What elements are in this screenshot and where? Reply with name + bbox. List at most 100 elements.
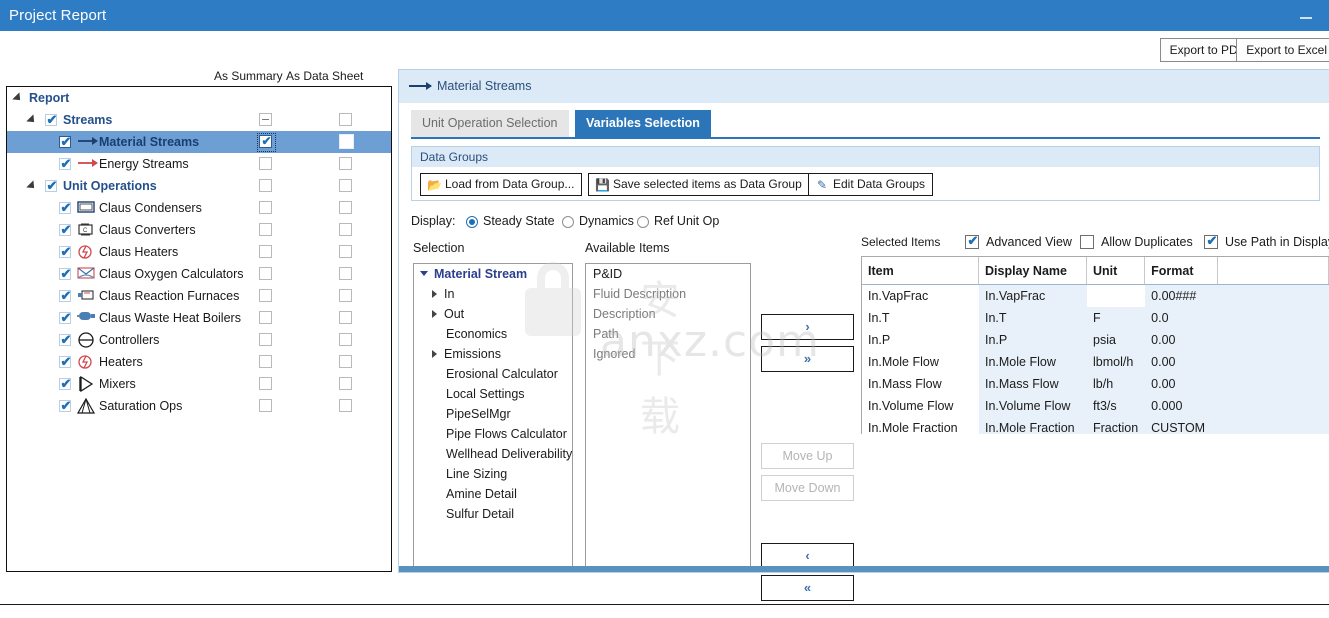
cell-blank[interactable]: [1217, 395, 1329, 417]
tree-row-checkbox[interactable]: ✔: [59, 355, 71, 368]
cell-display-name[interactable]: In.VapFrac: [978, 284, 1087, 307]
cell-display-name[interactable]: In.Mass Flow: [978, 373, 1087, 395]
selection-list-item[interactable]: Line Sizing: [414, 464, 572, 484]
as-data-sheet-checkbox[interactable]: [339, 377, 352, 390]
cell-format[interactable]: 0.00###: [1144, 284, 1218, 307]
available-list-item[interactable]: P&ID: [586, 264, 750, 284]
save-selected-items-as-data-group-button[interactable]: 💾 Save selected items as Data Group: [588, 173, 810, 196]
table-row[interactable]: In.Mass Flow In.Mass Flow lb/h 0.00: [862, 373, 1329, 395]
tree-row-claus-reaction-furnaces[interactable]: ✔ Claus Reaction Furnaces: [7, 285, 391, 307]
as-data-sheet-checkbox[interactable]: [339, 355, 352, 368]
as-data-sheet-checkbox[interactable]: [339, 267, 352, 280]
as-data-sheet-checkbox[interactable]: [339, 311, 352, 324]
available-list-item[interactable]: Fluid Description: [586, 284, 750, 304]
cell-format[interactable]: 0.00: [1144, 329, 1218, 351]
cell-unit[interactable]: [1086, 284, 1145, 307]
as-summary-checkbox[interactable]: [259, 355, 272, 368]
column-header-display-name[interactable]: Display Name: [978, 257, 1087, 285]
tab-unit-operation-selection[interactable]: Unit Operation Selection: [411, 110, 569, 137]
cell-format[interactable]: CUSTOM: [1144, 417, 1218, 434]
cell-unit[interactable]: lbmol/h: [1086, 351, 1145, 373]
as-data-sheet-checkbox[interactable]: [339, 157, 352, 170]
cell-blank[interactable]: [1217, 329, 1329, 351]
tree-row-checkbox[interactable]: ✔: [59, 333, 71, 346]
table-row[interactable]: In.VapFrac In.VapFrac 0.00###: [862, 284, 1329, 307]
tree-row-checkbox[interactable]: ✔: [59, 289, 71, 302]
column-header-item[interactable]: Item: [862, 257, 979, 285]
as-data-sheet-checkbox[interactable]: [339, 201, 352, 214]
table-row[interactable]: In.Mole Fraction In.Mole Fraction Fraction…: [862, 417, 1329, 434]
as-summary-checkbox[interactable]: [259, 311, 272, 324]
move-all-left-button[interactable]: «: [761, 575, 854, 601]
cell-format[interactable]: 0.00: [1144, 373, 1218, 395]
cell-item[interactable]: In.VapFrac: [862, 284, 979, 307]
selection-list-item[interactable]: Erosional Calculator: [414, 364, 572, 384]
as-summary-checkbox[interactable]: [259, 333, 272, 346]
selection-tree[interactable]: Material Stream In Out Economics Emissions Er…: [413, 263, 573, 568]
as-data-sheet-checkbox[interactable]: [339, 113, 352, 126]
as-summary-checkbox[interactable]: [259, 113, 272, 126]
selection-list-item[interactable]: Wellhead Deliverability: [414, 444, 572, 464]
cell-item[interactable]: In.Mole Fraction: [862, 417, 979, 434]
cell-format[interactable]: 0.000: [1144, 395, 1218, 417]
as-data-sheet-checkbox[interactable]: [339, 134, 354, 149]
as-summary-checkbox[interactable]: [259, 399, 272, 412]
report-tree[interactable]: Report ✔ Streams ✔ Material Streams ✔ Energy S…: [6, 86, 392, 572]
cell-unit[interactable]: F: [1086, 307, 1145, 329]
cell-display-name[interactable]: In.Volume Flow: [978, 395, 1087, 417]
radio-ref-unit-op[interactable]: [637, 216, 649, 228]
cell-item[interactable]: In.Mass Flow: [862, 373, 979, 395]
selection-list-item[interactable]: Amine Detail: [414, 484, 572, 504]
tree-row-claus-oxygen-calculators[interactable]: ✔ Claus Oxygen Calculators: [7, 263, 391, 285]
cell-blank[interactable]: [1217, 284, 1329, 307]
tree-row-controllers[interactable]: ✔ Controllers: [7, 329, 391, 351]
tree-row-report[interactable]: Report: [7, 87, 391, 109]
selection-list-item[interactable]: Local Settings: [414, 384, 572, 404]
tree-row-claus-waste-heat-boilers[interactable]: ✔ Claus Waste Heat Boilers: [7, 307, 391, 329]
tree-row-checkbox[interactable]: ✔: [59, 223, 71, 236]
cell-display-name[interactable]: In.P: [978, 329, 1087, 351]
cell-display-name[interactable]: In.Mole Flow: [978, 351, 1087, 373]
cell-item[interactable]: In.Mole Flow: [862, 351, 979, 373]
tree-row-checkbox[interactable]: ✔: [59, 135, 71, 148]
table-row[interactable]: In.Mole Flow In.Mole Flow lbmol/h 0.00: [862, 351, 1329, 373]
as-data-sheet-checkbox[interactable]: [339, 245, 352, 258]
expander-triangle-icon[interactable]: [12, 92, 25, 104]
expander-right-icon[interactable]: [432, 310, 437, 318]
as-data-sheet-checkbox[interactable]: [339, 399, 352, 412]
radio-steady-state[interactable]: [466, 216, 478, 228]
column-header-unit[interactable]: Unit: [1086, 257, 1146, 285]
available-items-list[interactable]: P&ID Fluid Description Description Path Igno…: [585, 263, 751, 568]
tree-row-checkbox[interactable]: ✔: [59, 201, 71, 214]
tree-row-checkbox[interactable]: ✔: [45, 179, 57, 192]
expander-triangle-icon[interactable]: [26, 180, 39, 192]
selection-list-item[interactable]: PipeSelMgr: [414, 404, 572, 424]
cell-unit[interactable]: psia: [1086, 329, 1145, 351]
as-summary-checkbox[interactable]: [259, 157, 272, 170]
tree-row-checkbox[interactable]: ✔: [59, 267, 71, 280]
minimize-button[interactable]: [1289, 0, 1323, 31]
radio-dynamics[interactable]: [562, 216, 574, 228]
expander-right-icon[interactable]: [432, 350, 437, 358]
tree-row-checkbox[interactable]: ✔: [59, 157, 71, 170]
selection-list-item[interactable]: Sulfur Detail: [414, 504, 572, 524]
selection-list-item[interactable]: Emissions: [414, 344, 572, 364]
selection-list-item[interactable]: In: [414, 284, 572, 304]
expander-down-icon[interactable]: [420, 271, 428, 276]
available-list-item[interactable]: Ignored: [586, 344, 750, 364]
tab-variables-selection[interactable]: Variables Selection: [575, 110, 711, 137]
as-data-sheet-checkbox[interactable]: [339, 223, 352, 236]
as-summary-checkbox[interactable]: [259, 289, 272, 302]
as-summary-checkbox[interactable]: [259, 179, 272, 192]
tree-row-material-streams[interactable]: ✔ Material Streams: [7, 131, 391, 153]
tree-row-claus-condensers[interactable]: ✔ Claus Condensers: [7, 197, 391, 219]
as-summary-checkbox[interactable]: [259, 245, 272, 258]
selection-list-item[interactable]: Pipe Flows Calculator: [414, 424, 572, 444]
cell-unit[interactable]: lb/h: [1086, 373, 1145, 395]
as-data-sheet-checkbox[interactable]: [339, 179, 352, 192]
expander-triangle-icon[interactable]: [26, 114, 39, 126]
cell-unit[interactable]: Fraction: [1086, 417, 1145, 434]
tree-row-saturation-ops[interactable]: ✔ Saturation Ops: [7, 395, 391, 417]
cell-unit[interactable]: ft3/s: [1086, 395, 1145, 417]
move-up-button[interactable]: Move Up: [761, 443, 854, 469]
